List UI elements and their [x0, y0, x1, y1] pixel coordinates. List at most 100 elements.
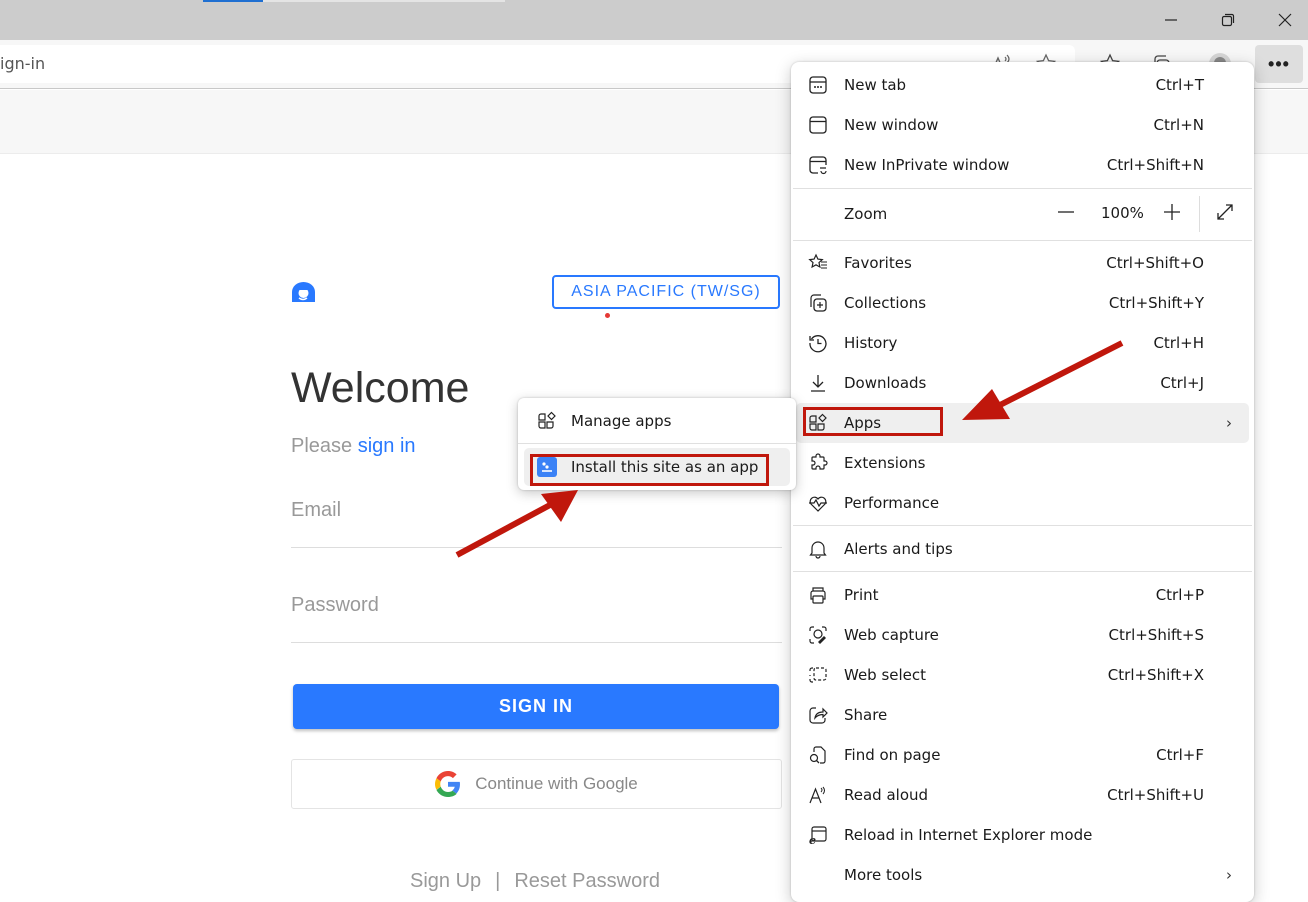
collections-icon: [810, 294, 827, 312]
menu-label: Web select: [844, 666, 927, 684]
please-text: Please: [291, 435, 358, 457]
history-icon: [809, 335, 827, 353]
menu-divider: [793, 525, 1252, 526]
menu-item-new-tab[interactable]: New tab Ctrl+T: [791, 65, 1254, 105]
close-icon: [1278, 13, 1292, 27]
menu-shortcut: Ctrl+Shift+S: [1108, 626, 1204, 644]
menu-item-reload-ie-mode[interactable]: e Reload in Internet Explorer mode: [791, 815, 1254, 855]
submenu-item-manage-apps[interactable]: Manage apps: [518, 402, 796, 440]
menu-item-new-window[interactable]: New window Ctrl+N: [791, 105, 1254, 145]
menu-item-alerts-and-tips[interactable]: Alerts and tips: [791, 529, 1254, 569]
email-field[interactable]: Email: [291, 499, 782, 548]
email-placeholder: Email: [291, 499, 342, 521]
plus-icon: [1164, 204, 1180, 220]
tab-strip[interactable]: [263, 0, 505, 2]
active-tab-indicator[interactable]: [203, 0, 263, 2]
menu-label: Extensions: [844, 454, 926, 472]
menu-item-downloads[interactable]: Downloads Ctrl+J: [791, 363, 1254, 403]
menu-item-collections[interactable]: Collections Ctrl+Shift+Y: [791, 283, 1254, 323]
menu-label: New tab: [844, 76, 907, 94]
menu-item-favorites[interactable]: Favorites Ctrl+Shift+O: [791, 243, 1254, 283]
chevron-right-icon: ›: [1226, 414, 1232, 432]
performance-icon: [809, 496, 827, 512]
manage-apps-icon: [538, 411, 556, 429]
menu-label: Favorites: [844, 254, 912, 272]
menu-label: Find on page: [844, 746, 941, 764]
password-placeholder: Password: [291, 594, 379, 616]
menu-item-find-on-page[interactable]: Find on page Ctrl+F: [791, 735, 1254, 775]
submenu-divider: [518, 443, 796, 444]
menu-shortcut: Ctrl+Shift+U: [1107, 786, 1204, 804]
minimize-button[interactable]: [1148, 6, 1194, 34]
menu-item-new-inprivate-window[interactable]: New InPrivate window Ctrl+Shift+N: [791, 145, 1254, 185]
minimize-icon: [1165, 19, 1177, 21]
menu-shortcut: Ctrl+T: [1155, 76, 1204, 94]
restore-icon: [1221, 13, 1235, 27]
menu-item-more-tools[interactable]: More tools ›: [791, 855, 1254, 895]
footer-links: Sign Up | Reset Password: [410, 870, 660, 893]
menu-shortcut: Ctrl+Shift+N: [1106, 156, 1204, 174]
minus-icon: [1058, 211, 1074, 213]
menu-label: Share: [844, 706, 888, 724]
menu-label: New InPrivate window: [844, 156, 1010, 174]
menu-item-share[interactable]: Share: [791, 695, 1254, 735]
region-selector-button[interactable]: ASIA PACIFIC (TW/SG): [552, 275, 780, 309]
ie-mode-icon: e: [809, 826, 827, 845]
chevron-right-icon: ›: [1226, 866, 1232, 884]
fullscreen-button[interactable]: [1215, 202, 1235, 222]
menu-item-zoom: Zoom: [791, 194, 1254, 234]
new-window-icon: [809, 116, 827, 134]
menu-shortcut: Ctrl+J: [1160, 374, 1204, 392]
sign-in-prompt: Please sign in: [291, 435, 416, 458]
menu-item-web-select[interactable]: Web select Ctrl+Shift+X: [791, 655, 1254, 695]
bell-icon: [809, 541, 827, 559]
menu-label: Web capture: [844, 626, 939, 644]
menu-divider: [793, 240, 1252, 241]
address-text[interactable]: ign-in: [0, 54, 45, 73]
apps-highlight-box: [803, 407, 943, 436]
app-logo-icon: [292, 282, 315, 302]
sign-in-button[interactable]: SIGN IN: [293, 684, 779, 729]
menu-label: New window: [844, 116, 939, 134]
zoom-out-button[interactable]: [1056, 202, 1076, 222]
menu-label: Read aloud: [844, 786, 929, 804]
menu-shortcut: Ctrl+Shift+O: [1106, 254, 1204, 272]
google-sign-in-button[interactable]: Continue with Google: [291, 759, 782, 809]
settings-and-more-button[interactable]: •••: [1255, 45, 1303, 83]
web-capture-icon: [809, 626, 827, 644]
print-icon: [810, 587, 826, 604]
install-app-highlight-box: [530, 454, 769, 486]
cursor-dot: [605, 313, 610, 318]
menu-item-read-aloud[interactable]: Read aloud Ctrl+Shift+U: [791, 775, 1254, 815]
favorites-icon: [808, 253, 827, 269]
menu-item-extensions[interactable]: Extensions: [791, 443, 1254, 483]
sign-up-link[interactable]: Sign Up: [410, 870, 481, 892]
menu-label: More tools: [844, 866, 923, 884]
inprivate-icon: [809, 156, 827, 175]
password-field[interactable]: Password: [291, 594, 782, 643]
zoom-divider: [1199, 196, 1200, 232]
menu-shortcut: Ctrl+Shift+X: [1107, 666, 1204, 684]
web-select-icon: [809, 667, 827, 683]
sign-in-link[interactable]: sign in: [358, 435, 416, 457]
menu-label: Alerts and tips: [844, 540, 953, 558]
reset-password-link[interactable]: Reset Password: [514, 870, 660, 892]
find-icon: [809, 746, 826, 764]
google-button-label: Continue with Google: [475, 774, 638, 793]
menu-label: Performance: [844, 494, 940, 512]
menu-item-history[interactable]: History Ctrl+H: [791, 323, 1254, 363]
menu-label: Reload in Internet Explorer mode: [844, 826, 1093, 844]
menu-label: History: [844, 334, 898, 352]
close-button[interactable]: [1262, 6, 1308, 34]
menu-divider: [793, 571, 1252, 572]
google-icon: [435, 771, 461, 797]
menu-item-performance[interactable]: Performance: [791, 483, 1254, 523]
restore-button[interactable]: [1205, 6, 1251, 34]
menu-item-print[interactable]: Print Ctrl+P: [791, 575, 1254, 615]
svg-text:e: e: [809, 834, 816, 845]
zoom-level: 100%: [1101, 204, 1144, 222]
menu-item-web-capture[interactable]: Web capture Ctrl+Shift+S: [791, 615, 1254, 655]
zoom-in-button[interactable]: [1162, 202, 1182, 222]
footer-separator: |: [495, 870, 501, 892]
new-tab-icon: [809, 76, 827, 94]
